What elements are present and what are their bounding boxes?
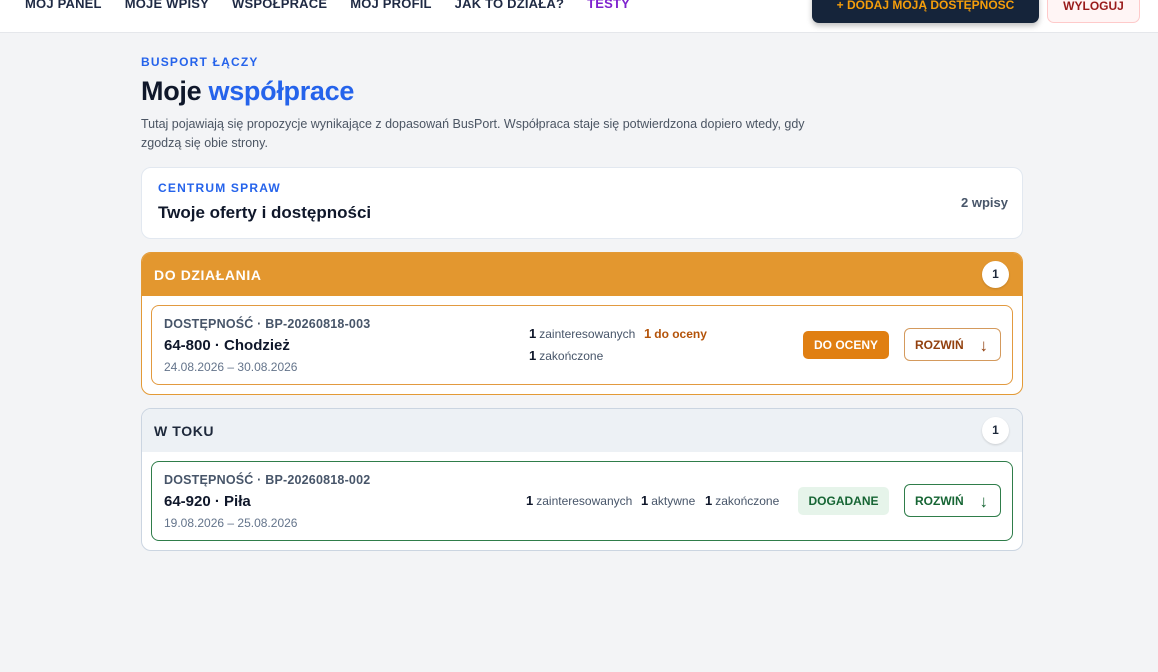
top-navbar: MÓJ PANEL MOJE WPISY WSPÓŁPRACE MÓJ PROF…: [0, 0, 1158, 33]
item-dates: 24.08.2026 – 30.08.2026: [164, 360, 298, 374]
page-title-plain: Moje: [141, 76, 202, 106]
stat-to-review: 1 do oceny: [644, 326, 707, 341]
stat-number: 1: [529, 348, 537, 363]
item-dates: 19.08.2026 – 25.08.2026: [164, 516, 298, 530]
section-count-badge: 1: [982, 261, 1009, 288]
nav-link-collaborations[interactable]: WSPÓŁPRACE: [232, 0, 327, 12]
summary-card: CENTRUM SPRAW Twoje oferty i dostępności…: [141, 167, 1023, 239]
expand-button-label: ROZWIŃ: [915, 338, 964, 352]
page-eyebrow: BUSPORT ŁĄCZY: [141, 55, 259, 69]
stat-interested: 1 zainteresowanych: [526, 493, 632, 508]
stat-completed: 1 zakończone: [529, 348, 603, 363]
expand-button[interactable]: ROZWIŃ ↓: [904, 328, 1001, 361]
summary-heading: Twoje oferty i dostępności: [158, 203, 372, 222]
list-item: DOSTĘPNOŚĆ · BP-20260818-002 64-920 · Pi…: [151, 461, 1013, 541]
main-content: BUSPORT ŁĄCZY Moje współprace Tutaj poja…: [141, 55, 1023, 551]
summary-count: 2 wpisy: [961, 195, 1008, 210]
nav-link-panel[interactable]: MÓJ PANEL: [25, 0, 102, 12]
section-to-do: DO DZIAŁANIA 1 DOSTĘPNOŚĆ · BP-20260818-…: [141, 252, 1023, 395]
stat-label: zakończone: [715, 494, 780, 508]
item-location: 64-800 · Chodzież: [164, 337, 290, 354]
stat-active: 1 aktywne: [641, 493, 695, 508]
expand-button-label: ROZWIŃ: [915, 494, 964, 508]
status-badge: DO OCENY: [803, 331, 889, 359]
stat-label: aktywne: [651, 494, 696, 508]
stat-number: 1: [705, 493, 713, 508]
nav-link-entries[interactable]: MOJE WPISY: [125, 0, 209, 12]
section-count-badge: 1: [982, 417, 1009, 444]
stat-interested: 1 zainteresowanych: [529, 326, 635, 341]
section-in-progress: W TOKU 1 DOSTĘPNOŚĆ · BP-20260818-002 64…: [141, 408, 1023, 551]
summary-kicker: CENTRUM SPRAW: [158, 181, 281, 195]
section-label: DO DZIAŁANIA: [154, 267, 262, 283]
stat-number: 1: [529, 326, 537, 341]
item-reference: DOSTĘPNOŚĆ · BP-20260818-002: [164, 473, 371, 487]
item-reference: DOSTĘPNOŚĆ · BP-20260818-003: [164, 317, 371, 331]
item-location: 64-920 · Piła: [164, 493, 251, 510]
arrow-down-icon: ↓: [979, 336, 989, 355]
nav-link-tests[interactable]: TESTY: [587, 0, 630, 12]
stat-completed: 1 zakończone: [705, 493, 779, 508]
page-title: Moje współprace: [141, 76, 1023, 107]
stat-number: 1: [526, 493, 534, 508]
status-badge: DOGADANE: [798, 487, 889, 515]
nav-link-how-it-works[interactable]: JAK TO DZIAŁA?: [455, 0, 564, 12]
stat-label: do oceny: [654, 327, 707, 341]
logout-button[interactable]: WYLOGUJ: [1047, 0, 1140, 23]
section-header[interactable]: W TOKU 1: [142, 409, 1022, 452]
arrow-down-icon: ↓: [979, 492, 989, 511]
expand-button[interactable]: ROZWIŃ ↓: [904, 484, 1001, 517]
page-title-accent: współprace: [208, 76, 355, 106]
stat-number: 1: [641, 493, 649, 508]
section-label: W TOKU: [154, 423, 215, 439]
add-availability-button[interactable]: + DODAJ MOJĄ DOSTĘPNOŚĆ: [812, 0, 1039, 23]
page-description: Tutaj pojawiają się propozycje wynikając…: [141, 117, 805, 150]
section-header[interactable]: DO DZIAŁANIA 1: [142, 253, 1022, 296]
list-item: DOSTĘPNOŚĆ · BP-20260818-003 64-800 · Ch…: [151, 305, 1013, 385]
main-nav: MÓJ PANEL MOJE WPISY WSPÓŁPRACE MÓJ PROF…: [25, 0, 653, 12]
stat-label: zainteresowanych: [536, 494, 633, 508]
nav-link-profile[interactable]: MÓJ PROFIL: [350, 0, 431, 12]
stat-number: 1: [644, 326, 652, 341]
stat-label: zakończone: [539, 349, 604, 363]
stat-label: zainteresowanych: [539, 327, 636, 341]
